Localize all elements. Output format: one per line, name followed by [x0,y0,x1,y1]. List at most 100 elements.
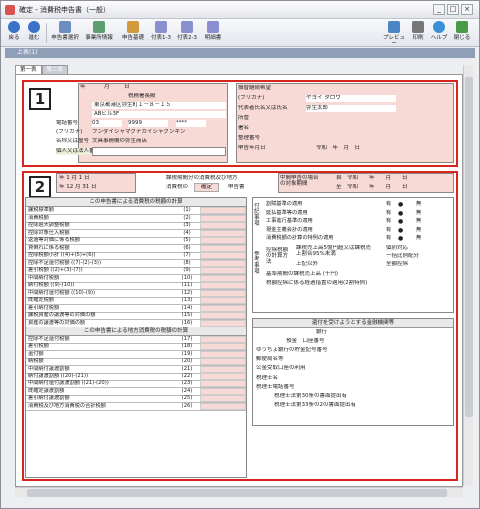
interim-to[interactable]: 至 令和 年 月 日 [336,184,408,191]
radio-selected-icon[interactable]: ● [398,210,403,217]
back-button[interactable]: 戻る [5,21,23,45]
forward-button[interactable]: 進む [25,21,43,45]
option-yes[interactable]: 有 [386,201,391,208]
calc-row-amount-field[interactable] [200,350,246,358]
address-field[interactable]: 東京都港区弥生町１－８－１５ [92,102,226,109]
calc-row-amount-field[interactable] [200,259,246,267]
interim-from[interactable]: 自 令和 年 月 日 [336,175,408,182]
form-select-button[interactable]: 申告書選択 [50,21,80,45]
statement-button[interactable]: 明細書 [201,21,225,45]
appendix-1-3-button[interactable]: 付表1-3 [149,21,173,45]
calc-row-amount-field[interactable] [200,380,246,388]
id-number-field[interactable] [92,147,226,156]
calc-row-amount-field[interactable] [200,319,246,327]
interim-label: 中間申告の場合の対象期間 [280,175,319,187]
calc-row-amount-field[interactable] [200,336,246,343]
appendix-1-3-label: 付表1-3 [151,35,171,41]
radio-selected-icon[interactable]: ● [398,235,403,242]
print-button[interactable]: 印刷 [409,21,427,45]
calc-row-number: (16) [181,319,193,326]
rep-name-field[interactable]: 弥生太郎 [306,105,396,112]
calc-row-amount-field[interactable] [200,312,246,319]
calc-row-amount-field[interactable] [200,207,246,214]
maximize-button[interactable]: □ [447,4,459,15]
vertical-scrollbar[interactable] [463,65,473,486]
filing-date-field[interactable]: 令和 年 月 日 [316,145,360,152]
radio-selected-icon[interactable]: ● [398,227,403,234]
phone-area-field[interactable]: 03 [92,120,122,127]
filing-basis-button[interactable]: 申告基礎 [119,21,147,45]
to-month-label: 月 [75,184,81,190]
form-select-label: 申告書選択 [51,35,79,41]
option-no[interactable]: 無 [416,201,421,208]
radio-selected-icon[interactable]: ● [398,201,403,208]
close-button[interactable]: 閉じる [451,21,473,45]
calc-row-label: 消費税及び地方消費税の合計税額 [28,402,106,409]
office-info-button[interactable]: 事業所情報 [82,21,116,45]
option-yes[interactable]: 有 [386,210,391,217]
calc-row-amount-field[interactable] [200,297,246,304]
filing-kind-select[interactable]: 確定 [194,183,220,192]
option-yes[interactable]: 有 [386,218,391,225]
building-field[interactable]: ABビル3F [92,111,226,118]
from-day[interactable]: 1 [79,175,83,181]
from-month[interactable]: 1 [66,175,70,181]
business-name-field[interactable]: 文具事務機の弥生商店 [92,138,226,145]
calc-row-amount-field[interactable] [200,304,246,312]
calc-row-amount-field[interactable] [200,282,246,289]
calc-row-amount-field[interactable] [200,214,246,222]
calc-row-amount-field[interactable] [200,274,246,282]
calc-row-amount-field[interactable] [200,289,246,297]
calc-row-number: (24) [181,387,193,394]
calc-row-amount-field[interactable] [200,237,246,244]
phone-last-field[interactable]: **** [176,120,206,127]
office-code-label: 所管 [238,115,250,121]
statement-icon [207,21,219,33]
help-button[interactable]: ヘルプ [429,21,449,45]
calc-row-amount-field[interactable] [200,222,246,229]
method-row-2-a[interactable]: 全額控除 [386,261,408,268]
to-day[interactable]: 31 [82,184,89,190]
method-row-1-b[interactable]: 一括比例配分 [386,253,419,260]
calc-row-amount-field[interactable] [200,358,246,366]
method-row-1-a[interactable]: 個別対応 [386,245,408,252]
help-label: ヘルプ [430,35,448,41]
forward-label: 進む [28,35,40,41]
special-measure-label: 税額控除に係る経過措置の適用(2割特例) [266,280,368,286]
printer-icon [412,21,424,33]
calc-row-amount-field[interactable] [200,373,246,380]
option-no[interactable]: 無 [416,235,421,242]
minimize-button[interactable]: _ [433,4,445,15]
calc-row-amount-field[interactable] [200,252,246,259]
vertical-scroll-thumb[interactable] [465,77,473,417]
rep-furigana-field[interactable]: ヤヨイ タロウ [306,95,396,102]
horizontal-scroll-thumb[interactable] [27,489,447,497]
radio-selected-icon[interactable]: ● [398,218,403,225]
calc-row-amount-field[interactable] [200,365,246,373]
calc-row-amount-field[interactable] [200,229,246,237]
bank-row-5: 公金受取口座の利用 [256,365,306,371]
preview-button[interactable]: プレビュー [381,21,407,47]
name-furigana-field[interactable]: ブンダイシャマグナカイシャグンキン [92,129,226,136]
close-window-button[interactable]: × [461,4,473,15]
calc-row-amount-field[interactable] [200,402,246,410]
option-no[interactable]: 無 [416,210,421,217]
calc-row-amount-field[interactable] [200,244,246,252]
option-yes[interactable]: 有 [386,227,391,234]
appendix-2-3-button[interactable]: 付表2-3 [175,21,199,45]
calc-row-label: 差引税額 [28,343,49,350]
option-no[interactable]: 無 [416,227,421,234]
calc-row-amount-field[interactable] [200,387,246,395]
calc-row-number: (20) [181,358,193,365]
to-month[interactable]: 12 [66,184,73,190]
option-no[interactable]: 無 [416,218,421,225]
horizontal-scrollbar[interactable] [15,487,463,497]
phone-middle-field[interactable]: 9999 [128,120,168,127]
calc-row-label: 課税資産の譲渡等の対価の額 [28,312,96,318]
calc-row-amount-field[interactable] [200,395,246,403]
law-33-label: 税理士法第33条の2の書面提出有 [274,402,356,408]
law-30-label: 税理士法第30条の書面提出有 [274,393,347,399]
calc-row-amount-field[interactable] [200,343,246,351]
option-yes[interactable]: 有 [386,235,391,242]
calc-row-amount-field[interactable] [200,267,246,274]
